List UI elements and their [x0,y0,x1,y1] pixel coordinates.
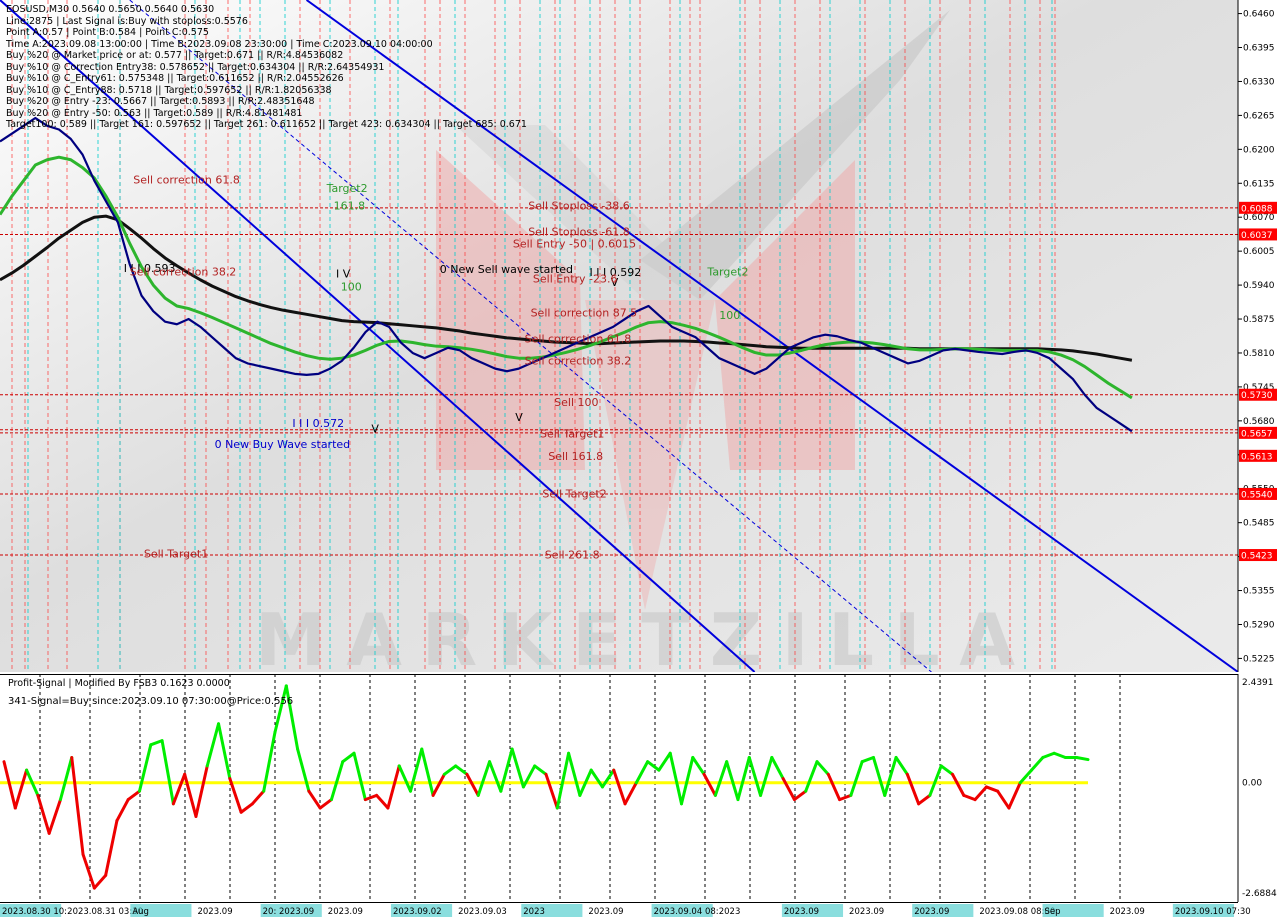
chart-label: Sell 100 [554,396,598,409]
price-tick-label: 0.5680 [1243,417,1275,427]
info-line: Buy %10 @ C_Entry61: 0.575348 || Target:… [6,73,344,84]
price-tick-label: 0.6265 [1243,111,1275,121]
time-label: 2023.09 [328,907,363,917]
chart-title: EOSUSD,M30 0.5640 0.5650 0.5640 0.5630 [6,4,215,15]
time-axis: 2023.08.30 10: 2023.08.31 03:30 Aug 2023.09… [0,902,1280,920]
chart-label: 0 New Buy Wave started [215,438,351,451]
chart-label: Sell correction 61.8 [525,333,632,346]
indicator-svg: 2.4391 0.00 -2.6884 Profit-Signal | Modi… [0,674,1280,902]
indicator-subtitle: 341-Signal=Buy since:2023.09.10 07:30:00… [8,696,293,707]
info-line: Line:2875 | Last Signal is:Buy with stop… [6,15,248,27]
info-line: Point A:0.57 | Point B:0.584 | Point C:0… [6,27,209,38]
chart-label: Sell Entry -50 | 0.6015 [513,237,636,250]
price-tick-label: 0.5875 [1243,315,1275,325]
price-tick-label: 0.6395 [1243,44,1275,54]
indicator-title: Profit-Signal | Modified By FSB3 0.1623 … [8,678,230,689]
price-tag-label: 0.6037 [1241,231,1273,241]
price-axis-bg [1238,0,1280,672]
time-label: 2023 [719,907,741,917]
price-tag-label: 0.5657 [1241,429,1273,439]
price-tick-label: 0.6200 [1243,145,1275,155]
time-label: 2023.09 [914,907,949,917]
main-price-chart[interactable]: MARKETZILLA Sell correction 61.8 Target2 1… [0,0,1280,682]
price-tick-label: 0.6005 [1243,247,1275,257]
chart-label: I V [336,267,351,280]
price-tick-label: 0.6070 [1243,213,1275,223]
chart-label: Sell Stoploss -38.6 [528,199,630,212]
chart-label: 100 [341,280,362,293]
chart-label: Sell 161.8 [548,450,603,463]
price-tick-label: 0.5290 [1243,620,1275,630]
price-tag-label: 0.5730 [1241,391,1273,401]
price-tag-label: 0.6088 [1241,204,1273,214]
time-label: 2023 [523,907,545,917]
info-line: Buy %20 @ Entry -50: 0.563 || Target:0.5… [6,107,303,119]
chart-label: Sell Target1 [540,428,604,441]
info-line: Buy %10 @ C_Entry88: 0.5718 || Target:0.… [6,84,332,96]
chart-label: Sell Target2 [542,488,606,501]
info-line: Buy %20 @ Entry -23: 0.5667 || Target:0.… [6,96,315,107]
price-tick-label: 0.6135 [1243,179,1275,189]
chart-label: Target2 [326,182,368,195]
chart-label: Target2 [706,266,748,279]
chart-label: Sell correction 38.2 [130,266,237,279]
chart-label: Sell correction 87.5 [531,306,638,319]
time-label: 2023.09.02 [393,907,442,917]
time-label: Sep [1045,907,1061,917]
chart-label: Sell correction 61.8 [133,173,240,186]
price-tag-label: 0.5423 [1241,552,1273,562]
chart-label: I I I 0.572 [292,417,344,430]
info-line: Target100: 0.589 || Target 161: 0.597652… [6,119,527,130]
chart-label: 100 [719,309,740,322]
indicator-panel[interactable]: 2.4391 0.00 -2.6884 Profit-Signal | Modi… [0,674,1280,902]
time-label: 2023.09 [197,907,232,917]
info-line: Buy %20 @ Market price or at: 0.577 || T… [6,50,344,61]
info-line: Time A:2023.09.08 13:00:00 | Time B:2023… [6,38,433,50]
time-label: 2023.09 [784,907,819,917]
ind-axis-bottom: -2.6884 [1242,889,1277,899]
time-label: Aug [132,907,149,917]
time-label: 2023.09.10 07:30 [1175,907,1251,917]
ind-axis-top: 2.4391 [1242,678,1274,688]
time-label: 20: 2023.09 [263,907,315,917]
price-tag-label: 0.5540 [1241,490,1273,500]
time-label: 2023.09 [849,907,884,917]
chart-label: V [371,422,379,435]
chart-label: V [515,411,523,424]
price-tick-label: 0.5485 [1243,519,1275,529]
time-label: 2023.09.04 08: [654,907,719,917]
price-tag-label: 0.5613 [1241,452,1273,462]
chart-label: 161.8 [334,199,366,212]
chart-label: Sell 261.8 [545,549,600,562]
price-tick-label: 0.5355 [1243,587,1275,597]
ind-axis-zero: 0.00 [1242,779,1262,789]
chart-label: Sell correction 38.2 [525,354,632,367]
price-tick-label: 0.5810 [1243,349,1275,359]
chart-label: Sell Target1 [144,548,208,561]
chart-label: Sell Entry -23.6 [533,272,618,285]
time-label: 2023.09 [1110,907,1145,917]
time-label: 2023.08.30 10: [2,907,67,917]
oscillator-segment [1075,755,1090,762]
price-tick-label: 0.5225 [1243,654,1275,664]
info-overlay: EOSUSD,M30 0.5640 0.5650 0.5640 0.5630 L… [6,4,527,131]
time-label: 2023.09 [588,907,623,917]
time-label: 2023.09.03 [458,907,507,917]
info-line: Buy %10 @ Correction Entry38: 0.578652 |… [6,61,385,73]
price-tick-label: 0.5940 [1243,281,1275,291]
price-tick-label: 0.6330 [1243,77,1275,87]
price-tick-label: 0.6460 [1243,10,1275,20]
